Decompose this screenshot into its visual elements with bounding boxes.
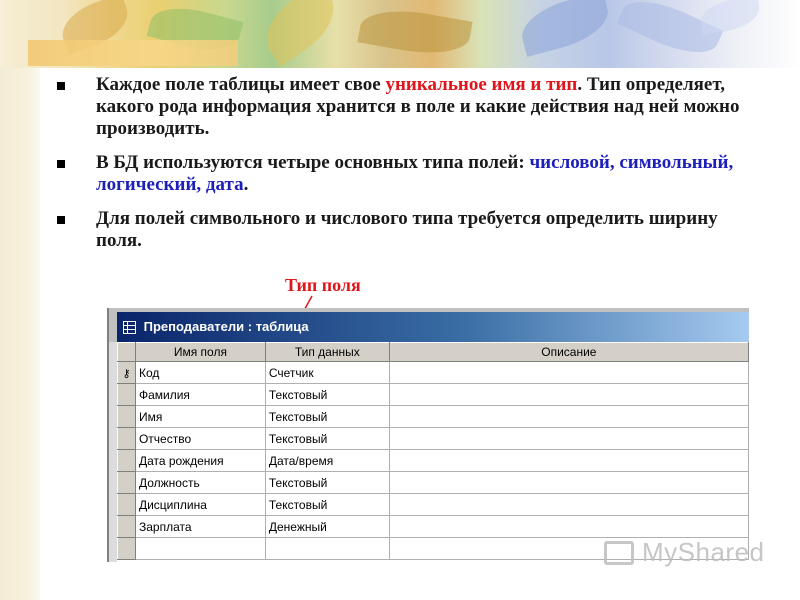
window-titlebar[interactable]: Преподаватели : таблица — [117, 312, 749, 342]
field-grid[interactable]: Имя поля Тип данных Описание ⚷ Код Счетч… — [117, 342, 749, 562]
row-selector[interactable] — [117, 449, 136, 472]
description-cell[interactable] — [388, 471, 749, 494]
field-name-cell[interactable]: Отчество — [134, 427, 266, 450]
field-name-cell[interactable]: Дата рождения — [134, 449, 266, 472]
data-type-cell[interactable]: Текстовый — [264, 493, 390, 516]
watermark-logo: MyShared — [604, 537, 769, 571]
banner-leaf — [515, 0, 615, 57]
bullet-text: Каждое поле таблицы имеет свое — [96, 74, 386, 95]
data-type-cell[interactable]: Денежный — [264, 515, 390, 538]
data-type-cell[interactable] — [264, 537, 390, 560]
field-name-cell[interactable] — [134, 537, 266, 560]
bullet-square-icon — [57, 216, 65, 224]
field-name-cell[interactable]: Фамилия — [134, 383, 266, 406]
column-header-field-name[interactable]: Имя поля — [134, 342, 266, 362]
banner-leaf — [253, 0, 347, 67]
data-type-cell[interactable]: Счетчик — [264, 361, 390, 384]
primary-key-icon: ⚷ — [122, 367, 131, 380]
description-cell[interactable] — [388, 449, 749, 472]
row-selector[interactable] — [117, 493, 136, 516]
presentation-screen-icon — [604, 541, 634, 565]
table-row[interactable]: Фамилия Текстовый — [117, 383, 749, 406]
table-row[interactable]: Должность Текстовый — [117, 471, 749, 494]
field-name-cell[interactable]: Дисциплина — [134, 493, 266, 516]
row-selector[interactable]: ⚷ — [117, 361, 136, 384]
table-header-row: Имя поля Тип данных Описание — [117, 342, 749, 362]
row-selector[interactable] — [117, 427, 136, 450]
bullet-text: В БД используются четыре основных типа п… — [96, 152, 530, 173]
field-name-cell[interactable]: Имя — [134, 405, 266, 428]
banner-leaf — [697, 0, 763, 35]
description-cell[interactable] — [388, 427, 749, 450]
field-name-cell[interactable]: Код — [134, 361, 266, 384]
field-name-cell[interactable]: Должность — [134, 471, 266, 494]
bullet-square-icon — [57, 160, 65, 168]
description-cell[interactable] — [388, 493, 749, 516]
table-design-window[interactable]: Преподаватели : таблица Имя поля Тип дан… — [107, 308, 749, 562]
description-cell[interactable] — [388, 515, 749, 538]
bullet-item: В БД используются четыре основных типа п… — [55, 152, 755, 196]
banner-gold-bar — [28, 40, 238, 66]
description-cell[interactable] — [388, 361, 749, 384]
column-header-description[interactable]: Описание — [388, 342, 749, 362]
bullet-text: . — [243, 174, 249, 195]
row-selector[interactable] — [117, 515, 136, 538]
banner-leaf — [357, 2, 473, 62]
description-cell[interactable] — [388, 383, 749, 406]
data-type-cell[interactable]: Текстовый — [264, 405, 390, 428]
data-type-cell[interactable]: Дата/время — [264, 449, 390, 472]
bullet-item: Каждое поле таблицы имеет свое уникально… — [55, 74, 755, 140]
table-row[interactable]: Дата рождения Дата/время — [117, 449, 749, 472]
table-row[interactable]: Зарплата Денежный — [117, 515, 749, 538]
row-selector-header — [117, 342, 136, 362]
column-header-data-type[interactable]: Тип данных — [264, 342, 390, 362]
bullet-highlight-red: уникальное имя и тип — [385, 74, 578, 95]
table-row[interactable]: Дисциплина Текстовый — [117, 493, 749, 516]
bullet-item: Для полей символьного и числового типа т… — [55, 208, 755, 252]
bullet-square-icon — [57, 82, 65, 90]
table-icon — [123, 321, 136, 335]
table-row[interactable]: ⚷ Код Счетчик — [117, 361, 749, 384]
left-decor-strip — [0, 0, 40, 600]
fields-table: Имя поля Тип данных Описание ⚷ Код Счетч… — [117, 342, 749, 560]
description-cell[interactable] — [388, 405, 749, 428]
row-selector[interactable] — [117, 383, 136, 406]
table-row[interactable]: Отчество Текстовый — [117, 427, 749, 450]
data-type-cell[interactable]: Текстовый — [264, 427, 390, 450]
row-selector[interactable] — [117, 537, 136, 560]
table-row[interactable]: Имя Текстовый — [117, 405, 749, 428]
bullet-list: Каждое поле таблицы имеет свое уникально… — [55, 74, 755, 252]
data-type-cell[interactable]: Текстовый — [264, 383, 390, 406]
data-type-cell[interactable]: Текстовый — [264, 471, 390, 494]
bullet-text: Для полей символьного и числового типа т… — [96, 208, 718, 251]
watermark-text: MyShared — [642, 537, 765, 567]
row-selector[interactable] — [117, 405, 136, 428]
field-name-cell[interactable]: Зарплата — [134, 515, 266, 538]
callout-label: Тип поля — [285, 275, 361, 295]
row-selector[interactable] — [117, 471, 136, 494]
window-title: Преподаватели : таблица — [143, 319, 309, 334]
